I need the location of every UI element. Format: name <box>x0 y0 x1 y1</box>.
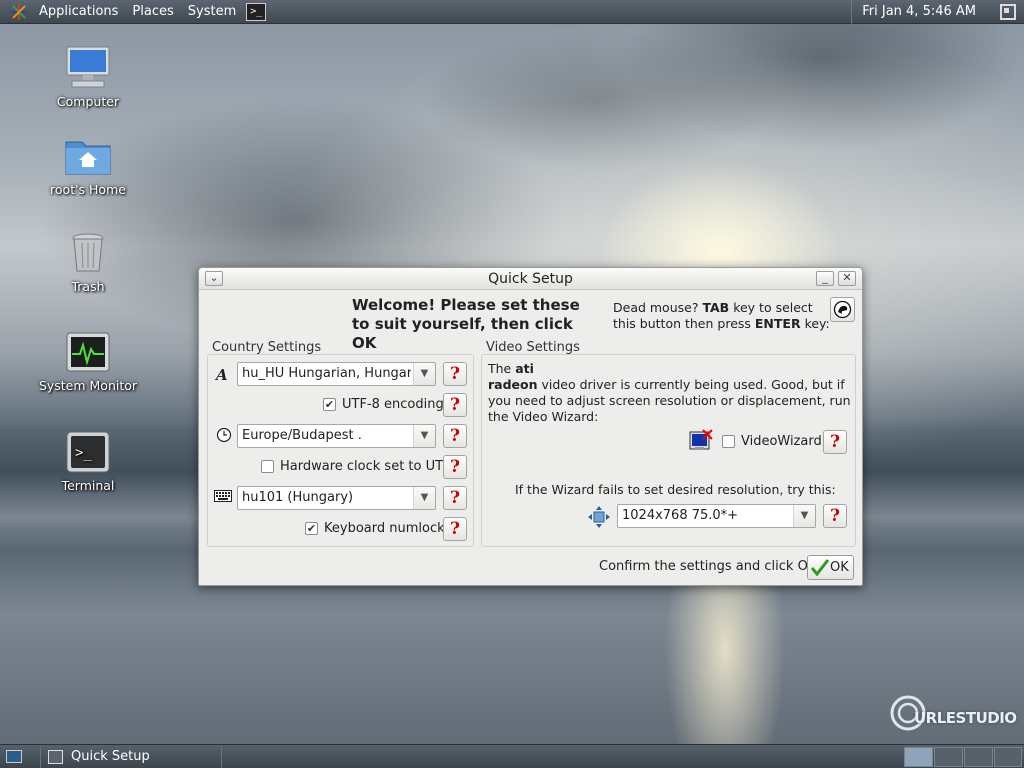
language-combo[interactable]: hu_HU Hungarian, Hungary ▼ <box>237 362 436 386</box>
language-icon: A <box>216 366 228 384</box>
video-driver-name: ati <box>515 361 534 376</box>
desktop-icon-label: System Monitor <box>38 378 138 393</box>
chevron-down-icon[interactable]: ▼ <box>793 505 815 527</box>
minimize-button[interactable]: _ <box>816 271 834 286</box>
video-text: The <box>488 361 516 376</box>
taskbar-item-quick-setup[interactable]: Quick Setup <box>40 746 222 768</box>
timezone-help-button[interactable]: ? <box>443 424 467 448</box>
timezone-combo[interactable]: Europe/Budapest . ▼ <box>237 424 436 448</box>
chevron-down-icon[interactable]: ▼ <box>413 487 435 509</box>
window-icon <box>48 750 63 764</box>
hwclock-label: Hardware clock set to UTC <box>280 459 452 474</box>
timezone-value: Europe/Budapest . <box>242 428 362 443</box>
home-folder-icon <box>64 132 112 180</box>
menu-system[interactable]: System <box>181 0 243 24</box>
workspace-2[interactable] <box>934 747 963 767</box>
desktop-icon-terminal[interactable]: >_ Terminal <box>33 428 143 493</box>
desktop-icon-trash[interactable]: Trash <box>33 229 143 294</box>
keyboard-value: hu101 (Hungary) <box>242 490 354 505</box>
video-driver-description: The ati radeon video driver is currently … <box>488 361 853 425</box>
numlock-label: Keyboard numlock <box>324 521 445 536</box>
utf8-checkbox[interactable]: ✔ <box>323 398 336 411</box>
video-wizard-help-button[interactable]: ? <box>823 430 847 454</box>
menu-places[interactable]: Places <box>125 0 180 24</box>
numlock-help-button[interactable]: ? <box>443 517 467 541</box>
dialog-titlebar[interactable]: ⌄ Quick Setup _ ✕ <box>199 268 862 290</box>
video-driver-name: radeon <box>488 377 538 392</box>
workspace-3[interactable] <box>964 747 993 767</box>
keyboard-combo[interactable]: hu101 (Hungary) ▼ <box>237 486 436 510</box>
dialog-title: Quick Setup <box>488 271 573 287</box>
desktop-icon-label: Trash <box>71 279 105 294</box>
video-wizard-label: VideoWizard <box>741 434 822 449</box>
hint-text: Dead mouse? <box>613 300 703 315</box>
video-settings-title: Video Settings <box>486 340 580 355</box>
video-wizard-checkbox[interactable] <box>722 435 735 448</box>
dead-mouse-button[interactable] <box>830 297 855 322</box>
numlock-checkbox[interactable]: ✔ <box>305 522 318 535</box>
clock-icon <box>216 427 232 443</box>
workspace-4[interactable] <box>994 747 1022 767</box>
terminal-launcher-icon[interactable]: >_ <box>246 2 267 21</box>
resolution-combo[interactable]: 1024x768 75.0*+ ▼ <box>617 504 816 528</box>
dead-mouse-hint: Dead mouse? TAB key to select this butto… <box>613 300 833 332</box>
language-help-button[interactable]: ? <box>443 362 467 386</box>
desktop-icon-label: Computer <box>56 94 120 109</box>
top-panel: Applications Places System >_ Fri Jan 4,… <box>0 0 1024 24</box>
ok-button[interactable]: OK <box>807 555 854 580</box>
workspace-1[interactable] <box>904 747 933 767</box>
utf8-label: UTF-8 encoding <box>342 397 444 412</box>
hwclock-checkbox[interactable] <box>261 460 274 473</box>
checkmark-icon <box>811 559 829 576</box>
terminal-glyph: >_ <box>75 445 92 461</box>
bottom-panel: Quick Setup <box>0 744 1024 768</box>
hint-text: key: <box>800 316 830 331</box>
language-value: hu_HU Hungarian, Hungary <box>242 366 411 381</box>
hint-key-enter: ENTER <box>754 316 801 331</box>
close-button[interactable]: ✕ <box>838 271 856 286</box>
desktop-icon-computer[interactable]: Computer <box>33 44 143 109</box>
utf8-help-button[interactable]: ? <box>443 393 467 417</box>
video-wizard-icon <box>689 429 713 453</box>
system-monitor-icon <box>64 328 112 376</box>
resolution-hint: If the Wizard fails to set desired resol… <box>515 482 836 497</box>
distro-logo-icon[interactable] <box>10 3 28 21</box>
desktop-icon-system-monitor[interactable]: System Monitor <box>33 328 143 393</box>
trash-icon <box>64 229 112 277</box>
resolution-value: 1024x768 75.0*+ <box>622 508 739 523</box>
desktop-icon-home[interactable]: root's Home <box>33 132 143 197</box>
hint-key-tab: TAB <box>702 300 730 315</box>
desktop-icon-label: root's Home <box>50 182 126 197</box>
video-text: video driver is currently being used. Go… <box>488 377 851 424</box>
hwclock-help-button[interactable]: ? <box>443 455 467 479</box>
ok-label: OK <box>830 560 849 575</box>
keyboard-icon <box>214 489 232 505</box>
confirm-text: Confirm the settings and click OK: <box>599 559 821 574</box>
show-desktop-icon[interactable] <box>6 750 22 763</box>
chevron-down-icon[interactable]: ▼ <box>413 425 435 447</box>
resolution-help-button[interactable]: ? <box>823 504 847 528</box>
computer-icon <box>64 44 112 92</box>
chevron-down-icon[interactable]: ▼ <box>413 363 435 385</box>
terminal-icon: >_ <box>64 428 112 476</box>
keyboard-help-button[interactable]: ? <box>443 486 467 510</box>
quick-setup-dialog: ⌄ Quick Setup _ ✕ Welcome! Please set th… <box>198 267 863 586</box>
menu-applications[interactable]: Applications <box>32 0 125 24</box>
desktop-icon-label: Terminal <box>61 478 115 493</box>
country-settings-title: Country Settings <box>212 340 322 355</box>
brand-text: URLESTUDIO <box>914 709 1017 727</box>
panel-clock[interactable]: Fri Jan 4, 5:46 AM <box>851 0 986 24</box>
mouse-icon <box>833 300 852 319</box>
wallpaper-brand-logo: URLESTUDIO <box>888 689 1017 734</box>
resize-arrows-icon <box>588 506 610 528</box>
workspace-switcher-icon[interactable] <box>1000 4 1016 20</box>
taskbar-item-label: Quick Setup <box>71 749 150 764</box>
